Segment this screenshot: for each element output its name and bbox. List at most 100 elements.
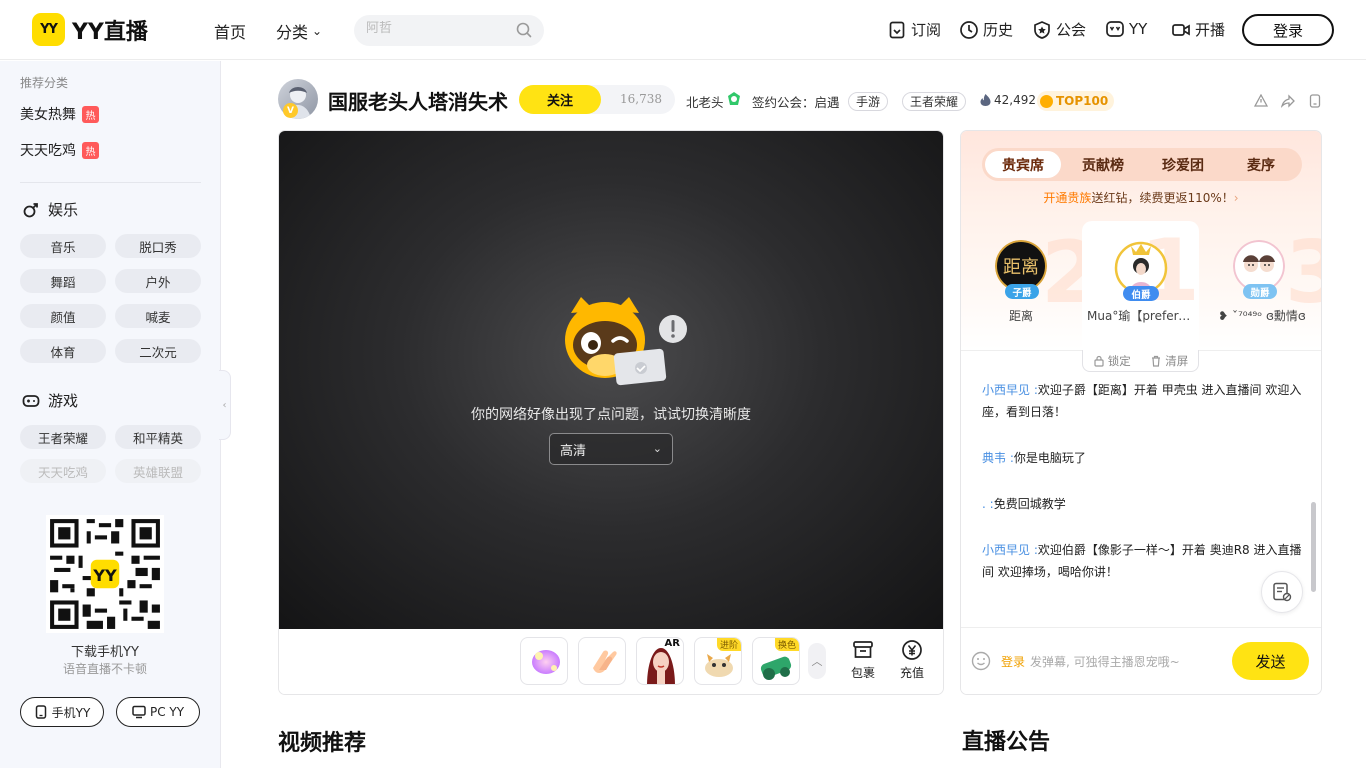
- sidebar-item-label: 天天吃鸡: [20, 143, 76, 159]
- gift-ar-girl[interactable]: AR: [636, 637, 684, 685]
- room-title: 国服老头人塔消失术: [328, 90, 508, 114]
- quality-select[interactable]: 高清 ⌄: [549, 433, 673, 465]
- vip-badge-1: 伯爵: [1123, 286, 1159, 301]
- nav-yy[interactable]: YY: [1105, 19, 1147, 39]
- gift-cat[interactable]: 进阶: [694, 637, 742, 685]
- clear-screen-button[interactable]: 清屏: [1150, 353, 1188, 369]
- gift-expand-button[interactable]: ︿: [808, 643, 826, 679]
- gift-clap[interactable]: [578, 637, 626, 685]
- chat-message: 小西早见 :欢迎伯爵【像影子一样～】开着 奥迪R8 进入直播间 欢迎捧场，喝哈你…: [982, 543, 1302, 579]
- yy-logo[interactable]: YY YY直播: [32, 13, 148, 46]
- video-area[interactable]: 你的网络好像出现了点问题，试试切换清晰度 高清 ⌄: [279, 131, 943, 629]
- promo-text: 送红钻，续费更返110%！: [1091, 191, 1234, 205]
- monitor-icon: [132, 705, 146, 719]
- sidebar-collapse-handle[interactable]: ‹: [219, 370, 231, 440]
- nav-home[interactable]: 首页: [214, 19, 246, 43]
- vip-area: 贵宾席 贡献榜 珍爱团 麦序 开通贵族送红钻，续费更返110%！› 2 3 1 …: [961, 131, 1321, 351]
- host-name[interactable]: 北老头: [686, 92, 724, 111]
- follow-button[interactable]: 关注: [519, 85, 601, 114]
- vip-name-1[interactable]: Mua°瑜【prefere…: [1087, 307, 1193, 324]
- star-badge-icon: [1034, 20, 1050, 39]
- chip-sports[interactable]: 体育: [20, 339, 106, 363]
- tag-honor-of-kings[interactable]: 王者荣耀: [902, 92, 967, 111]
- heat-value: 42,492: [980, 93, 1036, 107]
- lock-button[interactable]: 锁定: [1093, 353, 1131, 369]
- nav-subscribe[interactable]: 订阅: [887, 19, 941, 40]
- chat-scrollbar[interactable]: [1311, 502, 1316, 592]
- chip-anime[interactable]: 二次元: [115, 339, 201, 363]
- tab-mic-order[interactable]: 麦序: [1223, 151, 1299, 178]
- share-icon[interactable]: [1281, 94, 1295, 108]
- send-button[interactable]: 发送: [1232, 642, 1309, 680]
- recharge-button[interactable]: 充值: [892, 639, 932, 685]
- nav-guild[interactable]: 公会: [1032, 19, 1086, 40]
- chip-talkshow[interactable]: 脱口秀: [115, 234, 201, 258]
- tab-fan-club[interactable]: 珍爱团: [1145, 151, 1221, 178]
- bag-label: 包裹: [850, 666, 875, 680]
- nav-go-live[interactable]: 开播: [1171, 19, 1225, 40]
- gift-pink-flower[interactable]: [520, 637, 568, 685]
- chip-lol[interactable]: 英雄联盟: [115, 459, 201, 483]
- download-mobile-button[interactable]: 手机YY: [20, 697, 104, 727]
- coin-icon: [1040, 94, 1053, 108]
- svg-text:距离: 距离: [1003, 257, 1039, 278]
- vip-name-2[interactable]: 距离: [981, 307, 1061, 324]
- nav-guild-label: 公会: [1056, 21, 1087, 39]
- chip-outdoor[interactable]: 户外: [115, 269, 201, 293]
- live-notice-title: 直播公告: [962, 730, 1051, 755]
- guild-info[interactable]: 签约公会：启遇: [752, 92, 840, 111]
- chat-input[interactable]: 发弹幕, 可独得主播恩宠哦~: [1030, 653, 1180, 670]
- nav-category-label: 分类: [276, 23, 309, 42]
- yuan-coin-icon: [902, 640, 922, 660]
- video-camera-icon: [1172, 23, 1190, 36]
- sidebar-item-label: 美女热舞: [20, 107, 76, 123]
- chevron-up-icon: ︿: [811, 655, 823, 668]
- host-level-icon: [728, 92, 740, 105]
- rank-badge-label: TOP100: [1056, 94, 1109, 108]
- bookmark-icon: [889, 21, 905, 38]
- login-button[interactable]: 登录: [1242, 14, 1334, 46]
- chat-user[interactable]: 小西早见: [982, 543, 1030, 557]
- chevron-right-icon: ›: [1233, 191, 1239, 205]
- sidebar-item-pubg[interactable]: 天天吃鸡 热: [20, 140, 99, 160]
- emoji-icon[interactable]: [971, 651, 991, 671]
- chip-music[interactable]: 音乐: [20, 234, 106, 258]
- gamepad-icon: [22, 394, 40, 407]
- chip-dance[interactable]: 舞蹈: [20, 269, 106, 293]
- gift-cannon[interactable]: 换色: [752, 637, 800, 685]
- chip-looks[interactable]: 颜值: [20, 304, 106, 328]
- nav-go-live-label: 开播: [1195, 21, 1226, 39]
- svg-text:YY: YY: [92, 566, 117, 585]
- tab-vip-seats[interactable]: 贵宾席: [985, 151, 1061, 178]
- gift-badge: AR: [664, 638, 680, 649]
- bag-button[interactable]: 包裹: [843, 639, 883, 685]
- nav-history[interactable]: 历史: [959, 19, 1013, 40]
- tag-mobile-game[interactable]: 手游: [848, 92, 889, 111]
- chat-user[interactable]: 典韦: [982, 451, 1006, 465]
- hot-badge: 热: [82, 105, 99, 123]
- chevron-down-icon: ⌄: [652, 442, 662, 455]
- sidebar-divider: [20, 182, 201, 183]
- nav-category[interactable]: 分类 ⌄: [276, 19, 322, 43]
- tab-contribution[interactable]: 贡献榜: [1065, 151, 1141, 178]
- search-icon[interactable]: [516, 22, 532, 38]
- report-icon[interactable]: [1254, 94, 1268, 108]
- chip-pubg[interactable]: 天天吃鸡: [20, 459, 106, 483]
- vip-name-3[interactable]: ❥ ˇ⁷⁰⁴⁹ᵒ ɞ勳情ɞ: [1213, 307, 1311, 324]
- chat-user[interactable]: 小西早见: [982, 383, 1030, 397]
- download-pc-button[interactable]: PC YY: [116, 697, 200, 727]
- mobile-view-icon[interactable]: [1308, 94, 1322, 108]
- chip-peacekeeper[interactable]: 和平精英: [115, 425, 201, 449]
- gift-badge: 换色: [774, 638, 799, 651]
- search-input[interactable]: [366, 21, 506, 36]
- quality-value: 高清: [560, 443, 587, 459]
- chip-honor-of-kings[interactable]: 王者荣耀: [20, 425, 106, 449]
- chat-settings-button[interactable]: [1261, 571, 1303, 613]
- noble-promo[interactable]: 开通贵族送红钻，续费更返110%！›: [961, 189, 1321, 206]
- note-icon: [1273, 582, 1292, 602]
- sidebar-item-dance[interactable]: 美女热舞 热: [20, 104, 99, 124]
- rank-badge[interactable]: TOP100: [1037, 91, 1115, 111]
- chat-message: 小西早见 :欢迎子爵【距离】开着 甲壳虫 进入直播间 欢迎入座，看到日落！: [982, 383, 1302, 419]
- chip-mc[interactable]: 喊麦: [115, 304, 201, 328]
- chat-login-link[interactable]: 登录: [1001, 653, 1025, 670]
